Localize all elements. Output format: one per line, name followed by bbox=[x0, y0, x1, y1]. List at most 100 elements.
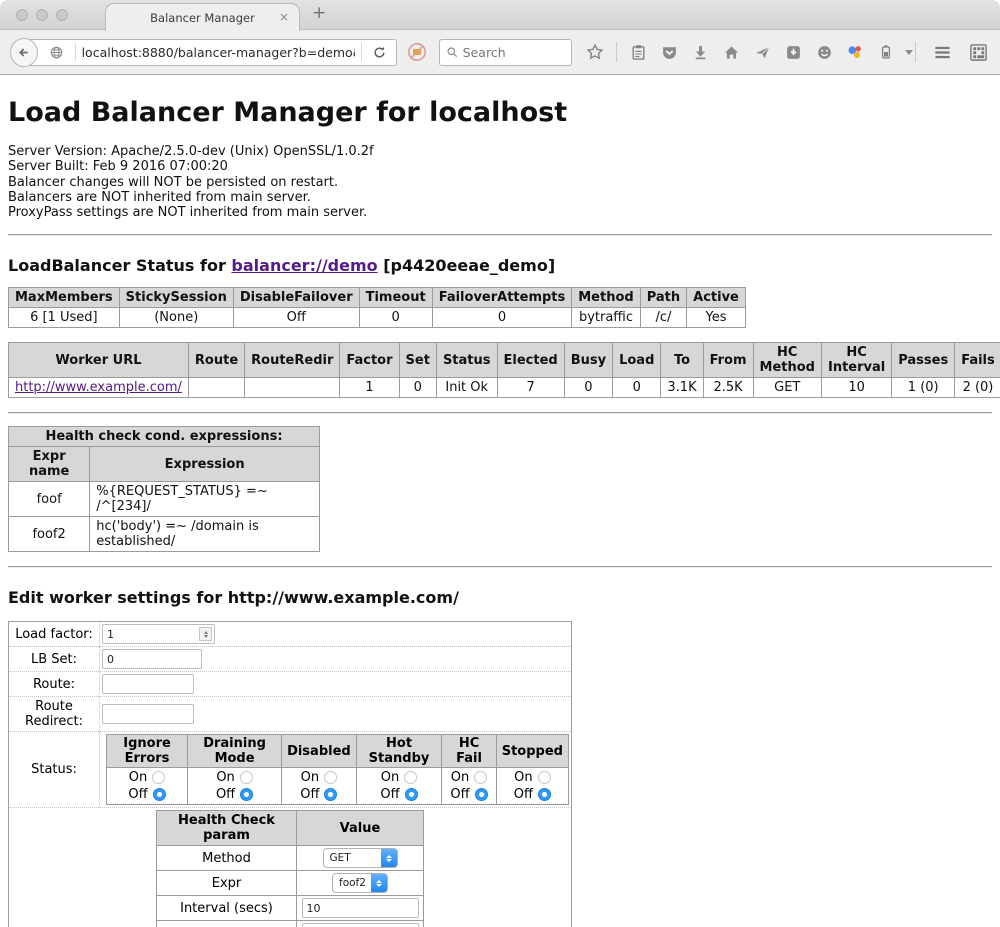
edit-worker-heading: Edit worker settings for http://www.exam… bbox=[8, 588, 992, 607]
save-page-button[interactable] bbox=[781, 40, 805, 64]
route-redirect-row: Route Redirect: bbox=[9, 697, 572, 732]
radio-ignore-errors-on[interactable] bbox=[152, 771, 165, 784]
pocket-button[interactable] bbox=[657, 40, 681, 64]
expression-cell: %{REQUEST_STATUS} =~ /^[234]/ bbox=[90, 482, 320, 517]
battery-icon bbox=[878, 44, 894, 60]
traffic-lights bbox=[16, 9, 68, 21]
cell bbox=[188, 378, 244, 398]
home-button[interactable] bbox=[719, 40, 743, 64]
load-factor-cell bbox=[100, 622, 572, 647]
menu-button[interactable] bbox=[930, 40, 954, 64]
tiles-button[interactable] bbox=[966, 40, 990, 64]
pocket-icon bbox=[661, 44, 678, 61]
expr-select[interactable]: foof2 bbox=[332, 873, 388, 893]
balancer-demo-link[interactable]: balancer://demo bbox=[231, 256, 377, 275]
cell: 10 bbox=[821, 378, 891, 398]
worker-status-table: Worker URL Route RouteRedir Factor Set S… bbox=[8, 342, 1000, 398]
method-select[interactable]: GET bbox=[323, 848, 398, 868]
passes-label: Passes trigger bbox=[157, 921, 297, 927]
radio-hot-standby-off[interactable] bbox=[405, 788, 418, 801]
cell: 2.5K bbox=[703, 378, 753, 398]
radio-hc-fail-on[interactable] bbox=[474, 771, 487, 784]
tab-balancer-manager[interactable]: Balancer Manager × bbox=[105, 3, 300, 31]
passes-input[interactable] bbox=[302, 923, 419, 927]
method-label: Method bbox=[157, 846, 297, 871]
number-stepper-icon[interactable] bbox=[199, 627, 212, 641]
radio-off-label: Off bbox=[450, 786, 469, 803]
search-input[interactable] bbox=[463, 45, 563, 60]
col-header: Method bbox=[572, 288, 640, 308]
back-button[interactable] bbox=[10, 38, 38, 67]
route-redirect-cell bbox=[100, 697, 572, 732]
tiles-icon bbox=[969, 43, 988, 62]
expr-name-cell: foof2 bbox=[9, 517, 90, 552]
search-bar[interactable] bbox=[439, 39, 572, 66]
radio-stopped-off[interactable] bbox=[538, 788, 551, 801]
url-bar[interactable]: localhost:8880/balancer-manager?b=demo&w… bbox=[23, 39, 397, 66]
status-stopped-cell: On Off bbox=[496, 768, 568, 805]
status-hot-standby-cell: On Off bbox=[356, 768, 442, 805]
browser-window: Balancer Manager × + localhost:8880/bala… bbox=[0, 0, 1000, 927]
col-header: To bbox=[661, 343, 703, 378]
radio-hc-fail-off[interactable] bbox=[475, 788, 488, 801]
status-hc-fail-cell: On Off bbox=[442, 768, 496, 805]
col-header: Health Check param bbox=[157, 811, 297, 846]
table-row: http://www.example.com/ 1 0 Init Ok 7 0 … bbox=[9, 378, 1000, 398]
radio-disabled-on[interactable] bbox=[324, 771, 337, 784]
col-header: Load bbox=[613, 343, 661, 378]
edit-worker-form: Load factor: LB Set: Route: bbox=[8, 621, 572, 927]
health-check-row: Health Check param Value Method GET bbox=[9, 808, 572, 927]
url-text[interactable]: localhost:8880/balancer-manager?b=demo&w… bbox=[82, 45, 355, 60]
table-row: foof %{REQUEST_STATUS} =~ /^[234]/ bbox=[9, 482, 320, 517]
radio-draining-mode-on[interactable] bbox=[240, 771, 253, 784]
status-col-header: HC Fail bbox=[442, 735, 496, 768]
server-info: Server Version: Apache/2.5.0-dev (Unix) … bbox=[8, 144, 992, 220]
bookmark-star-button[interactable] bbox=[583, 40, 607, 64]
lb-set-input[interactable] bbox=[102, 649, 202, 669]
radio-draining-mode-off[interactable] bbox=[240, 788, 253, 801]
radio-off-label: Off bbox=[300, 786, 319, 803]
radio-disabled-off[interactable] bbox=[324, 788, 337, 801]
radio-stopped-on[interactable] bbox=[538, 771, 551, 784]
col-header: Expr name bbox=[9, 447, 90, 482]
col-header: Expression bbox=[90, 447, 320, 482]
titlebar: Balancer Manager × + bbox=[0, 0, 1000, 30]
col-header: Path bbox=[640, 288, 686, 308]
interval-label: Interval (secs) bbox=[157, 896, 297, 921]
downloads-button[interactable] bbox=[688, 40, 712, 64]
overflow-caret-icon[interactable] bbox=[905, 50, 913, 55]
radio-hot-standby-on[interactable] bbox=[404, 771, 417, 784]
table-row: foof2 hc('body') =~ /domain is establish… bbox=[9, 517, 320, 552]
new-tab-button[interactable]: + bbox=[312, 3, 326, 23]
col-header: Value bbox=[297, 811, 424, 846]
hamburger-icon bbox=[933, 43, 952, 62]
server-version-line: Server Version: Apache/2.5.0-dev (Unix) … bbox=[8, 144, 992, 159]
section-divider bbox=[8, 566, 992, 568]
tab-close-icon[interactable]: × bbox=[279, 10, 289, 24]
col-header: From bbox=[703, 343, 753, 378]
urlbar-divider bbox=[75, 43, 76, 61]
radio-off-label: Off bbox=[128, 786, 147, 803]
section-divider bbox=[8, 234, 992, 236]
send-tab-button[interactable] bbox=[750, 40, 774, 64]
battery-button[interactable] bbox=[874, 40, 898, 64]
feedback-smiley-button[interactable] bbox=[812, 40, 836, 64]
worker-url-link[interactable]: http://www.example.com/ bbox=[15, 380, 182, 395]
clipboard-icon bbox=[630, 44, 647, 61]
radio-on-label: On bbox=[301, 769, 319, 786]
extension-colors-button[interactable] bbox=[843, 40, 867, 64]
smiley-icon bbox=[816, 44, 833, 61]
radio-on-label: On bbox=[216, 769, 234, 786]
minimize-window-button[interactable] bbox=[36, 9, 48, 21]
content-block-button[interactable] bbox=[406, 40, 429, 64]
radio-on-label: On bbox=[451, 769, 469, 786]
radio-ignore-errors-off[interactable] bbox=[153, 788, 166, 801]
route-redirect-input[interactable] bbox=[102, 704, 194, 724]
route-input[interactable] bbox=[102, 674, 194, 694]
interval-input[interactable] bbox=[302, 898, 419, 918]
zoom-window-button[interactable] bbox=[56, 9, 68, 21]
expr-name-cell: foof bbox=[9, 482, 90, 517]
close-window-button[interactable] bbox=[16, 9, 28, 21]
clipboard-button[interactable] bbox=[626, 40, 650, 64]
reload-button[interactable] bbox=[368, 40, 392, 64]
